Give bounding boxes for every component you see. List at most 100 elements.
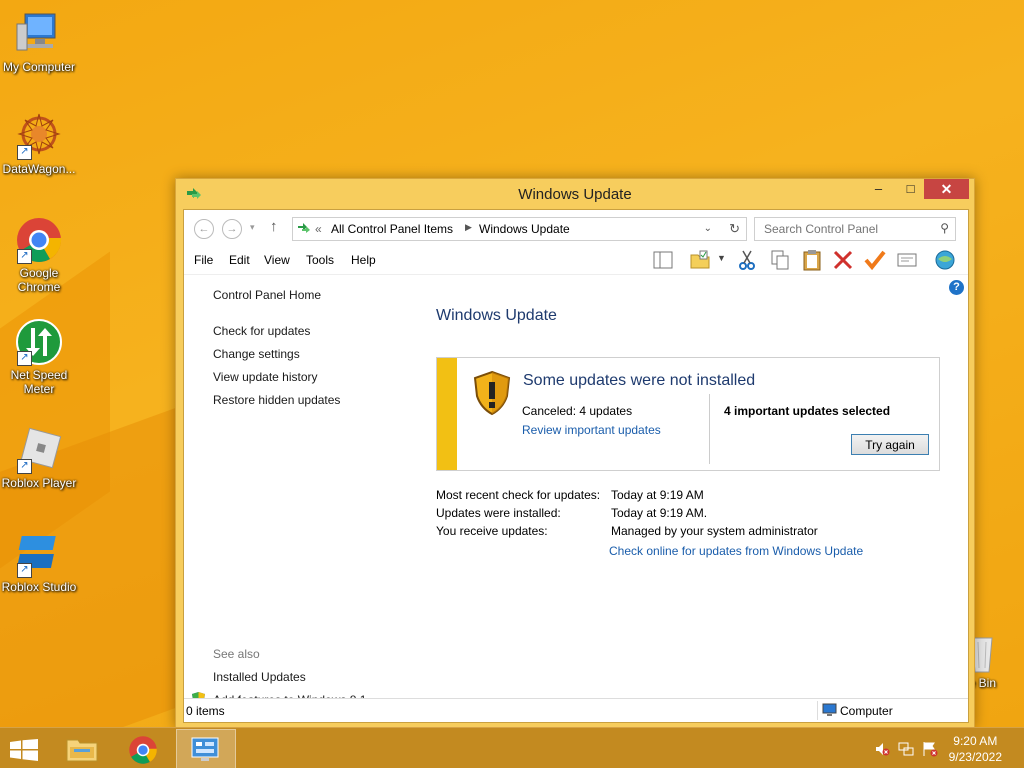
windows-update-icon [298,223,310,233]
windows-update-window: Windows Update – □ ✕ ← → ▾ ↑ « All Contr… [175,178,975,728]
roblox-studio-icon: ↗ [15,530,63,578]
refresh-icon[interactable]: ↻ [729,221,740,237]
taskbar-file-explorer[interactable] [54,729,112,768]
properties-icon[interactable] [896,249,918,271]
computer-icon [15,10,63,58]
desktop-icon-label: DataWagon... [2,162,76,176]
shortcut-arrow-icon: ↗ [17,563,32,578]
system-clock[interactable]: 9:20 AM 9/23/2022 [949,733,1002,765]
sidebar-check-for-updates[interactable]: Check for updates [213,324,310,338]
minimize-button[interactable]: – [865,179,892,199]
desktop-icon-label: Google Chrome [17,266,61,294]
forward-button[interactable]: → [222,219,242,239]
desktop-icon-label: Roblox Player [1,476,77,490]
desktop-icon-net-speed-meter[interactable]: ↗ Net Speed Meter [0,318,78,396]
chrome-icon [129,736,157,764]
menu-view[interactable]: View [264,253,290,267]
see-also-installed-updates[interactable]: Installed Updates [213,670,306,684]
desktop-icon-roblox-studio[interactable]: ↗ Roblox Studio [0,530,78,594]
desktop-icon-label: Roblox Studio [1,580,77,594]
check-online-link[interactable]: Check online for updates from Windows Up… [609,544,863,558]
sidebar-restore-hidden-updates[interactable]: Restore hidden updates [213,393,340,407]
help-icon[interactable]: ? [949,280,964,295]
warning-accent-bar [437,358,457,470]
address-bar[interactable]: « All Control Panel Items ▶ Windows Upda… [292,217,747,241]
taskbar-control-panel[interactable] [176,729,236,768]
info-label-recent-check: Most recent check for updates: [436,488,601,502]
shortcut-arrow-icon: ↗ [17,351,32,366]
close-button[interactable]: ✕ [924,179,969,199]
desktop-icon-google-chrome[interactable]: ↗ Google Chrome [0,216,78,294]
volume-muted-icon[interactable] [874,741,890,757]
roblox-player-icon: ↗ [15,426,63,474]
search-box[interactable]: ⚲ [754,217,956,241]
info-label-installed: Updates were installed: [436,506,561,520]
clock-time: 9:20 AM [953,734,998,748]
desktop-icon-datawagon[interactable]: ↗ DataWagon... [0,112,78,176]
copy-icon[interactable] [769,249,791,271]
shortcut-arrow-icon: ↗ [17,145,32,160]
menu-help[interactable]: Help [351,253,376,267]
taskbar: 9:20 AM 9/23/2022 [0,727,1024,768]
breadcrumb-current[interactable]: Windows Update [479,222,570,236]
layout-pane-icon[interactable] [652,249,674,271]
breadcrumb-root[interactable]: All Control Panel Items [331,222,453,236]
paste-icon[interactable] [801,249,823,271]
delete-icon[interactable] [832,249,854,271]
update-status-panel: Some updates were not installed Canceled… [436,357,940,471]
clock-date: 9/23/2022 [948,750,1002,764]
network-globe-icon[interactable] [934,249,956,271]
status-bar: 0 items Computer [184,698,968,722]
item-count: 0 items [186,704,225,718]
breadcrumb-overflow-icon[interactable]: « [315,222,322,236]
network-icon[interactable] [898,741,914,757]
datawagon-icon: ↗ [15,112,63,160]
info-value-receive: Managed by your system administrator [611,524,818,538]
important-updates-selected: 4 important updates selected [724,404,891,418]
status-divider [817,701,818,720]
info-value-installed: Today at 9:19 AM. [611,506,708,520]
content-area: ? Control Panel Home Check for updates C… [184,275,968,707]
windows-logo-icon [10,739,38,761]
computer-icon [822,703,837,716]
cut-icon[interactable] [736,249,758,271]
title-bar[interactable]: Windows Update – □ ✕ [176,179,974,209]
address-dropdown-icon[interactable]: ⌄ [704,223,712,234]
recent-locations-chevron-icon[interactable]: ▾ [250,222,255,233]
desktop-icon-label: Net Speed Meter [10,368,68,396]
panel-divider [709,394,710,464]
control-panel-icon [191,737,219,761]
desktop-icon-label: My Computer [2,60,76,74]
breadcrumb-separator-icon[interactable]: ▶ [465,222,472,233]
menu-file[interactable]: File [194,253,213,267]
search-icon[interactable]: ⚲ [940,221,949,235]
up-button[interactable]: ↑ [270,218,278,235]
taskbar-chrome[interactable] [114,729,172,768]
action-center-flag-icon[interactable] [922,741,938,757]
sidebar-control-panel-home[interactable]: Control Panel Home [213,288,321,302]
menu-tools[interactable]: Tools [306,253,334,267]
desktop-icon-roblox-player[interactable]: ↗ Roblox Player [0,426,78,490]
window-body: ← → ▾ ↑ « All Control Panel Items ▶ Wind… [183,209,969,723]
search-input[interactable] [762,218,936,240]
checkmark-icon[interactable] [864,249,886,271]
see-also-heading: See also [213,647,260,661]
try-again-button[interactable]: Try again [851,434,929,455]
maximize-button[interactable]: □ [897,179,924,199]
desktop-icon-my-computer[interactable]: My Computer [0,10,78,74]
shortcut-arrow-icon: ↗ [17,249,32,264]
page-title: Windows Update [436,307,557,324]
chrome-icon: ↗ [15,216,63,264]
canceled-count: Canceled: 4 updates [522,404,633,418]
start-button[interactable] [0,729,58,768]
review-important-updates-link[interactable]: Review important updates [522,423,661,437]
menu-edit[interactable]: Edit [229,253,250,267]
navigation-bar: ← → ▾ ↑ « All Control Panel Items ▶ Wind… [184,210,968,244]
net-speed-meter-icon: ↗ [15,318,63,366]
chevron-down-icon[interactable]: ▼ [717,253,726,263]
sidebar-change-settings[interactable]: Change settings [213,347,300,361]
folder-options-icon[interactable] [689,249,711,271]
back-button[interactable]: ← [194,219,214,239]
menu-bar: File Edit View Tools Help ▼ [184,244,968,275]
sidebar-view-update-history[interactable]: View update history [213,370,318,384]
